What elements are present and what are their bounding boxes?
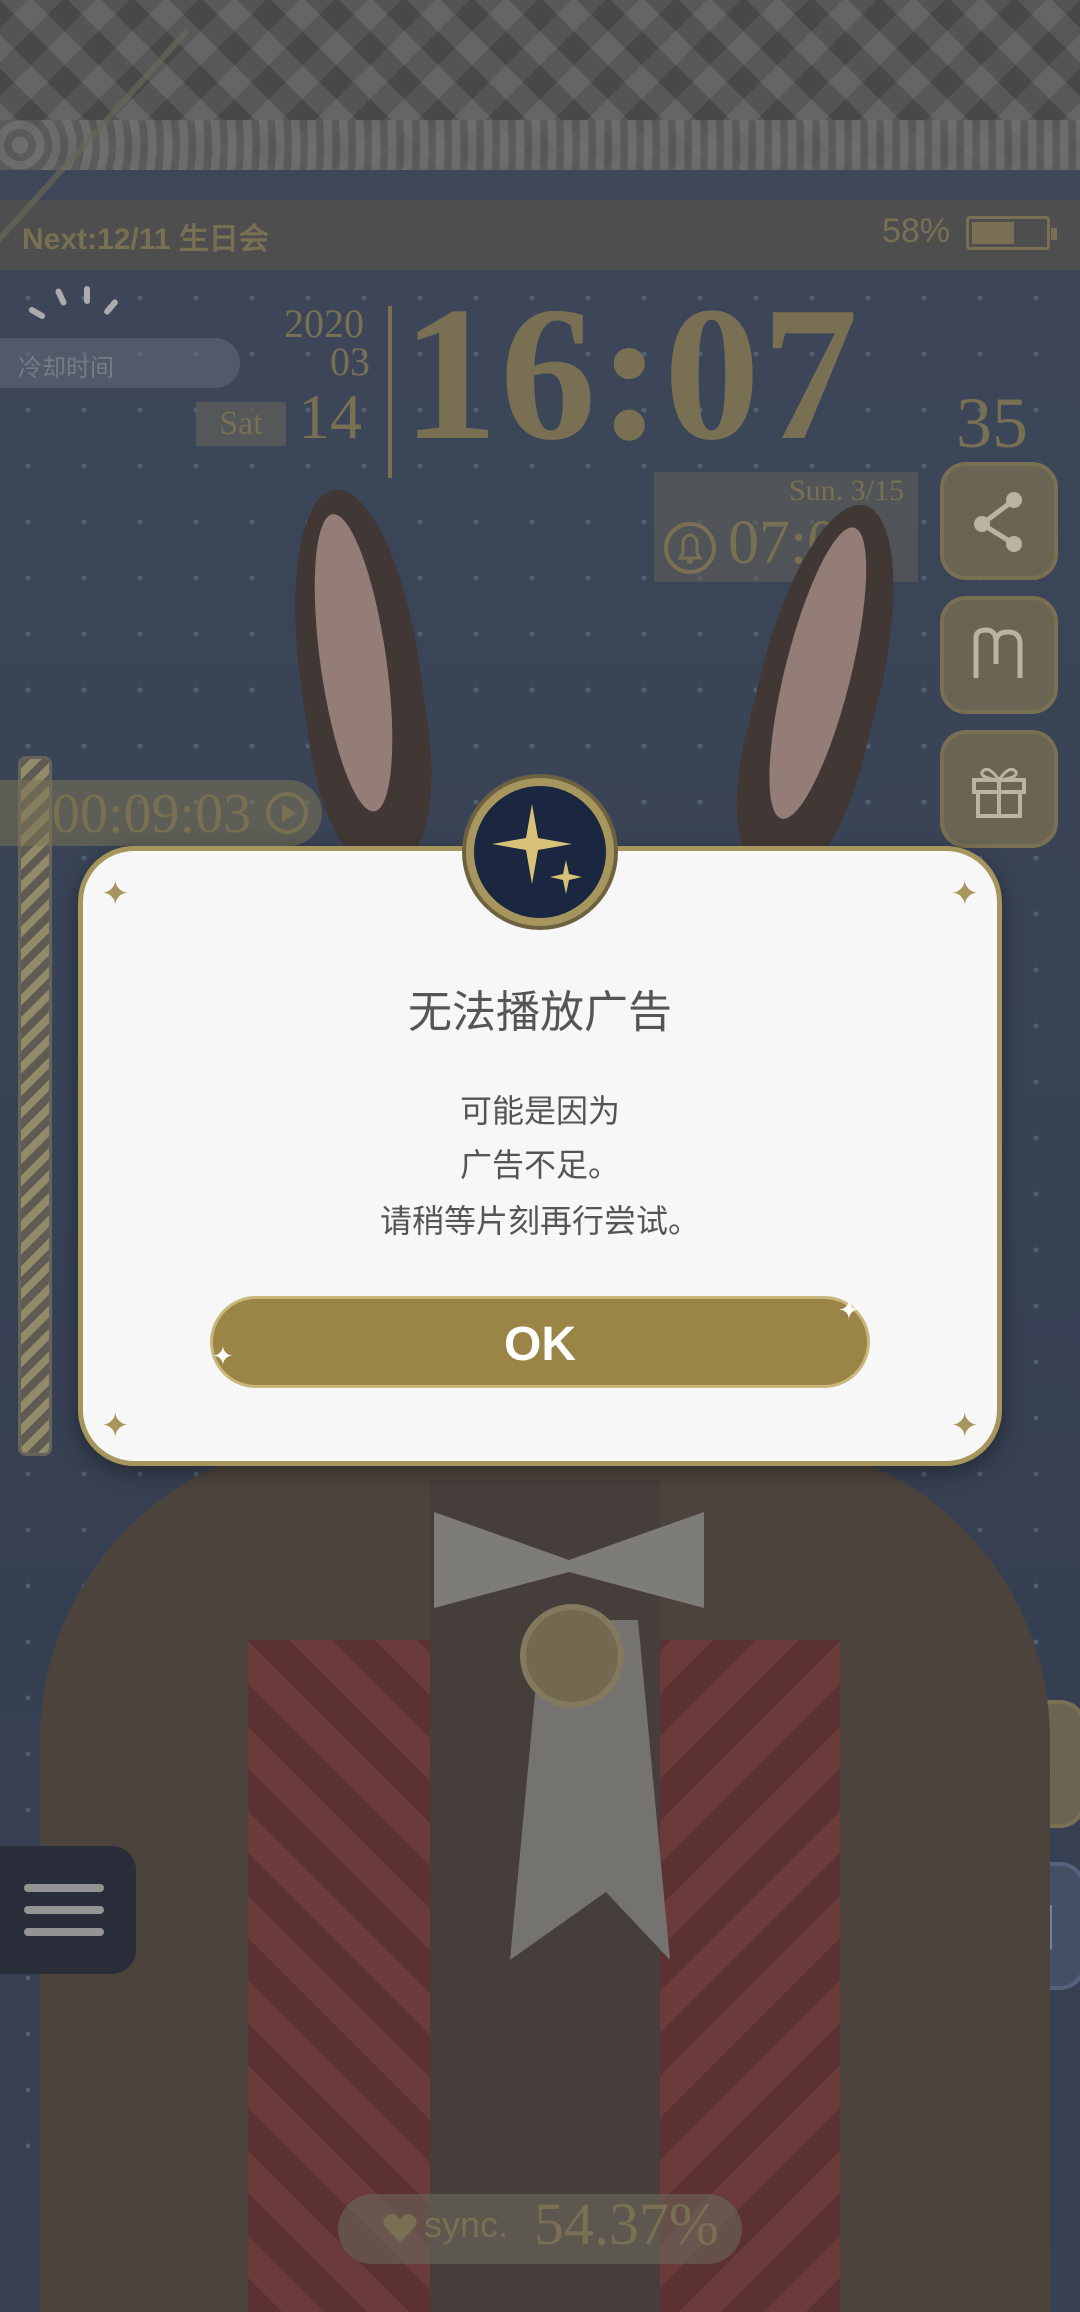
dialog-title: 无法播放广告	[408, 987, 672, 1038]
dialog-message-line: 可能是因为	[459, 1092, 620, 1130]
sparkle-icon: ✦	[838, 1296, 860, 1326]
dialog-message-line: 请稍等片刻再行尝试。	[379, 1202, 700, 1240]
dialog-message-line: 广告不足。	[459, 1146, 620, 1184]
sparkle-icon: ✦	[101, 874, 130, 914]
game-screen: { "status": { "next_event": "Next:12/11 …	[0, 0, 1080, 2312]
sparkle-icon: ✦	[950, 874, 980, 914]
star-medallion-icon	[466, 778, 614, 926]
sparkle-icon: ✦	[101, 1406, 130, 1446]
sparkle-icon: ✦	[950, 1406, 980, 1446]
ok-button[interactable]: OK	[210, 1296, 870, 1388]
sparkle-icon: ✦	[212, 1342, 234, 1372]
star-icon	[492, 804, 582, 894]
